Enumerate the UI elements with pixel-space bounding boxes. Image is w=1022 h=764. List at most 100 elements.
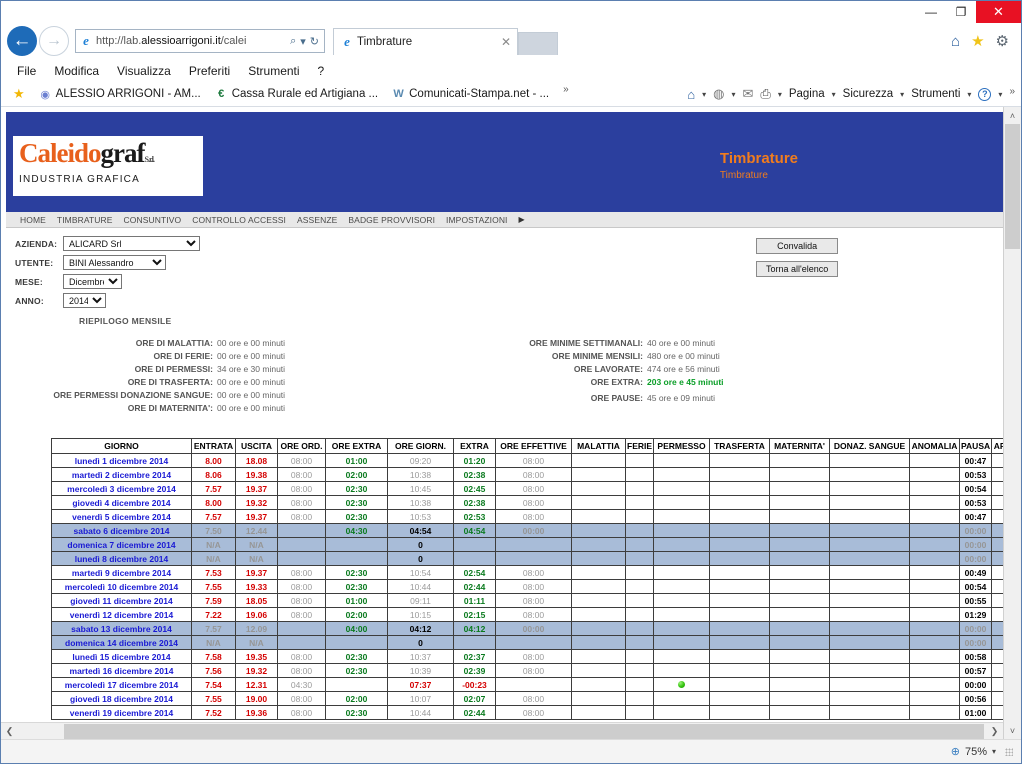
table-row[interactable]: lunedì 8 dicembre 2014 N/A N/A 0 00:00 <box>51 551 1003 566</box>
maximize-button[interactable]: ❐ <box>946 1 976 23</box>
cell-ferie <box>625 691 654 706</box>
table-row[interactable]: mercoledì 3 dicembre 2014 7.57 19.37 08:00 0… <box>51 481 1003 496</box>
cell-ore-extra: 01:00 <box>325 593 388 608</box>
menu-item-visualizza[interactable]: Visualizza <box>117 64 171 78</box>
nav-item-controllo-accessi[interactable]: CONTROLLO ACCESSI <box>192 215 286 225</box>
page-vertical-scrollbar[interactable]: ˄ ˅ <box>1003 107 1021 739</box>
table-row[interactable]: venerdì 12 dicembre 2014 7.22 19.06 08:00 02… <box>51 607 1003 622</box>
mail-icon[interactable]: ✉ <box>743 86 754 102</box>
nav-item-timbrature[interactable]: TIMBRATURE <box>57 215 113 225</box>
table-row[interactable]: sabato 13 dicembre 2014 7.57 12.09 04:00 04:… <box>51 621 1003 636</box>
search-icon[interactable]: ⌕ <box>288 35 298 48</box>
new-tab-button[interactable] <box>518 31 558 55</box>
help-icon[interactable]: ? <box>978 87 992 101</box>
zoom-magnifier-icon[interactable]: ⊕ <box>951 745 960 758</box>
refresh-icon[interactable]: ↻ <box>308 35 321 48</box>
home-icon[interactable]: ⌂ <box>951 33 960 50</box>
chevron-down-icon[interactable]: ▾ <box>298 35 308 48</box>
hscroll-thumb[interactable] <box>64 723 984 739</box>
close-button[interactable]: ✕ <box>976 1 1021 23</box>
azienda-select[interactable]: ALICARD Srl <box>63 236 200 251</box>
table-row[interactable]: lunedì 1 dicembre 2014 8.00 18.08 08:00 01:0… <box>51 453 1003 468</box>
table-row[interactable]: venerdì 5 dicembre 2014 7.57 19.37 08:00 02:… <box>51 509 1003 524</box>
command-overflow-icon[interactable]: » <box>1009 86 1015 97</box>
menu-item-modifica[interactable]: Modifica <box>54 64 99 78</box>
convalida-button[interactable]: Convalida <box>756 238 839 254</box>
table-row[interactable]: martedì 16 dicembre 2014 7.56 19.32 08:00 02… <box>51 663 1003 678</box>
favorites-star-icon[interactable]: ★ <box>971 32 984 50</box>
feeds-icon[interactable]: ◍ <box>713 86 724 102</box>
resize-grip-icon[interactable] <box>1005 747 1013 756</box>
summary-key: ORE EXTRA: <box>590 377 643 387</box>
summary-value: 45 ore e 09 minuti <box>647 393 716 403</box>
cell-approvata <box>991 635 1003 650</box>
back-button[interactable]: ← <box>7 26 37 56</box>
utente-select[interactable]: BINI Alessandro <box>63 255 166 270</box>
cell-ore-ord: 08:00 <box>277 509 326 524</box>
menu-item-strumenti[interactable]: Strumenti <box>248 64 299 78</box>
command-sicurezza[interactable]: Sicurezza <box>843 88 894 100</box>
menu-item-preferiti[interactable]: Preferiti <box>189 64 230 78</box>
scroll-left-arrow-icon[interactable]: ❮ <box>1 726 18 737</box>
minimize-button[interactable]: — <box>916 1 946 23</box>
chevron-down-icon[interactable]: ▾ <box>992 747 996 756</box>
chevron-down-icon[interactable]: ▾ <box>967 90 971 99</box>
anno-select[interactable]: 2014 <box>63 293 106 308</box>
table-row[interactable]: martedì 9 dicembre 2014 7.53 19.37 08:00 02:… <box>51 565 1003 580</box>
table-row[interactable]: mercoledì 10 dicembre 2014 7.55 19.33 08:00… <box>51 579 1003 594</box>
command-pagina[interactable]: Pagina <box>789 88 825 100</box>
table-row[interactable]: lunedì 15 dicembre 2014 7.58 19.35 08:00 02:… <box>51 649 1003 664</box>
nav-item-badge-provvisori[interactable]: BADGE PROVVISORI <box>348 215 435 225</box>
tab-close-icon[interactable]: ✕ <box>495 35 511 49</box>
favorites-overflow-icon[interactable]: » <box>563 84 569 95</box>
table-row[interactable]: giovedì 18 dicembre 2014 7.55 19.00 08:00 02… <box>51 691 1003 706</box>
command-strumenti[interactable]: Strumenti <box>911 88 960 100</box>
table-row[interactable]: giovedì 4 dicembre 2014 8.00 19.32 08:00 02:… <box>51 495 1003 510</box>
table-row[interactable]: venerdì 19 dicembre 2014 7.52 19.36 08:00 02… <box>51 705 1003 720</box>
vscroll-thumb[interactable] <box>1005 124 1020 249</box>
summary-row: ORE DI MATERNITA': 00 ore e 00 minuti <box>15 403 335 413</box>
print-icon[interactable]: ⎙ <box>760 86 770 102</box>
table-row[interactable]: mercoledì 17 dicembre 2014 7.54 12.31 04:30… <box>51 677 1003 692</box>
scroll-right-arrow-icon[interactable]: ❯ <box>986 726 1003 737</box>
scroll-down-arrow-icon[interactable]: ˅ <box>1004 722 1021 739</box>
nav-item-assenze[interactable]: ASSENZE <box>297 215 337 225</box>
chevron-down-icon[interactable]: ▾ <box>998 90 1002 99</box>
table-row[interactable]: sabato 6 dicembre 2014 7.50 12.44 04:30 04:5… <box>51 523 1003 538</box>
add-favorite-icon[interactable]: ★ <box>13 86 25 102</box>
favorite-item-comunicati-stampa[interactable]: W Comunicati-Stampa.net - ... <box>392 88 549 101</box>
chevron-down-icon[interactable]: ▾ <box>732 90 736 99</box>
summary-row: ORE PAUSE: 45 ore e 09 minuti <box>465 393 765 403</box>
zoom-level[interactable]: 75% <box>965 746 987 758</box>
hscroll-track[interactable] <box>18 723 986 739</box>
page-horizontal-scrollbar[interactable]: ❮ ❯ <box>1 722 1003 739</box>
table-row[interactable]: martedì 2 dicembre 2014 8.06 19.38 08:00 02:… <box>51 467 1003 482</box>
table-row[interactable]: giovedì 11 dicembre 2014 7.59 18.05 08:00 01… <box>51 593 1003 608</box>
chevron-down-icon[interactable]: ▾ <box>702 90 706 99</box>
tab-timbrature[interactable]: e Timbrature ✕ <box>333 27 518 55</box>
cell-ore-effettive: 08:00 <box>495 705 572 720</box>
forward-button[interactable]: → <box>39 26 69 56</box>
cell-uscita: 12.44 <box>235 523 278 538</box>
table-row[interactable]: domenica 14 dicembre 2014 N/A N/A 0 00:00 <box>51 635 1003 650</box>
vscroll-track[interactable] <box>1004 124 1021 722</box>
address-bar[interactable]: e http://lab.alessioarrigoni.it/calei ⌕ … <box>75 29 325 53</box>
nav-item-home[interactable]: HOME <box>20 215 46 225</box>
scroll-up-arrow-icon[interactable]: ˄ <box>1004 107 1021 124</box>
nav-item-impostazioni[interactable]: IMPOSTAZIONI <box>446 215 508 225</box>
settings-gear-icon[interactable]: ⚙ <box>996 32 1009 50</box>
menu-item-help[interactable]: ? <box>318 64 325 78</box>
cell-trasferta <box>709 565 770 580</box>
field-utente: UTENTE: BINI Alessandro <box>15 255 1003 270</box>
chevron-down-icon[interactable]: ▾ <box>900 90 904 99</box>
chevron-down-icon[interactable]: ▾ <box>778 90 782 99</box>
chevron-down-icon[interactable]: ▾ <box>832 90 836 99</box>
table-row[interactable]: domenica 7 dicembre 2014 N/A N/A 0 00:00 <box>51 537 1003 552</box>
menu-item-file[interactable]: File <box>17 64 36 78</box>
favorite-item-cassa-rurale[interactable]: € Cassa Rurale ed Artigiana ... <box>215 88 378 101</box>
home-icon[interactable]: ⌂ <box>687 87 695 102</box>
torna-allelenco-button[interactable]: Torna all'elenco <box>756 261 839 277</box>
mese-select[interactable]: Dicembre <box>63 274 122 289</box>
favorite-item-alessio-arrigoni[interactable]: ◉ ALESSIO ARRIGONI - AM... <box>39 88 200 101</box>
nav-item-consuntivo[interactable]: CONSUNTIVO <box>124 215 182 225</box>
